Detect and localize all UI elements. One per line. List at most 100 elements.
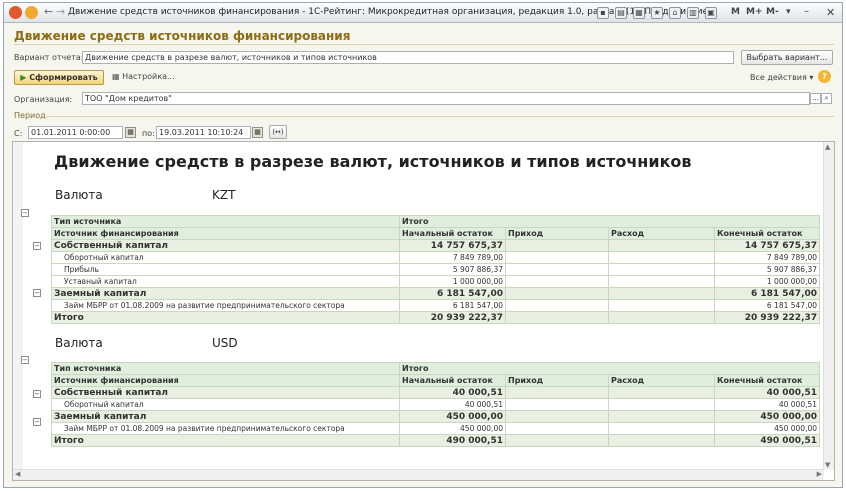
org-search-icon[interactable]: ⌕: [821, 93, 832, 104]
col-type-header: Тип источника: [51, 215, 400, 228]
scroll-left-icon[interactable]: ◀: [15, 470, 20, 478]
expense-cell: [608, 239, 715, 252]
closing-cell: 14 757 675,37: [713, 239, 821, 252]
detail-row: Займ МБРР от 01.08.2009 на развитие пред…: [51, 299, 821, 312]
expense-cell: [608, 311, 715, 324]
currency-label: Валюта: [55, 336, 103, 350]
memory-subtract-button[interactable]: M-: [766, 7, 779, 17]
opening-cell: 450 000,00: [399, 422, 506, 435]
settings-label: Настройка...: [122, 72, 175, 81]
closing-cell: 490 000,51: [713, 434, 821, 447]
header-row-type: Тип источника Итого: [51, 215, 821, 228]
col-income-header: Приход: [505, 374, 609, 387]
currency-value: USD: [212, 336, 238, 350]
closing-cell: 6 181 547,00: [713, 287, 821, 300]
calculator-icon[interactable]: ▣: [705, 7, 717, 19]
all-actions-menu[interactable]: Все действия ▾: [750, 73, 813, 82]
scroll-up-icon[interactable]: ▲: [825, 143, 830, 151]
source-cell: Заемный капитал: [51, 287, 400, 300]
source-cell: Заемный капитал: [51, 410, 400, 423]
period-divider: [46, 116, 834, 117]
source-cell: Уставный капитал: [51, 275, 400, 288]
all-actions-label: Все действия: [750, 73, 807, 82]
scroll-down-icon[interactable]: ▼: [825, 461, 830, 469]
settings-button[interactable]: ▦ Настройка...: [112, 72, 175, 81]
report-table-usd: Тип источника Итого Источник финансирован…: [51, 362, 821, 447]
closing-cell: 5 907 886,37: [713, 263, 821, 276]
collapse-section-icon[interactable]: −: [21, 209, 29, 217]
report-title: Движение средств в разрезе валют, источн…: [54, 152, 692, 171]
report-area: Движение средств в разрезе валют, источн…: [12, 141, 835, 481]
income-cell: [505, 422, 609, 435]
col-total-header: Итого: [398, 362, 821, 375]
save-icon[interactable]: ▪: [597, 7, 609, 19]
closing-cell: 7 849 789,00: [713, 251, 821, 264]
period-to-field[interactable]: 19.03.2011 10:10:24: [156, 126, 251, 139]
horizontal-scrollbar[interactable]: ◀ ▶: [13, 469, 824, 480]
header-row-columns: Источник финансирования Начальный остаток…: [51, 374, 821, 387]
app-menu-icon[interactable]: [9, 6, 22, 19]
source-cell: Оборотный капитал: [51, 251, 400, 264]
form-header: Движение средств источников финансирован…: [14, 29, 351, 43]
header-row-columns: Источник финансирования Начальный остаток…: [51, 227, 821, 240]
home-icon[interactable]: ⌂: [669, 7, 681, 19]
forward-icon[interactable]: →: [56, 5, 65, 18]
col-income-header: Приход: [505, 227, 609, 240]
vertical-scrollbar[interactable]: ▲ ▼: [823, 142, 834, 470]
source-cell: Итого: [51, 434, 400, 447]
close-icon[interactable]: ✕: [826, 6, 835, 19]
detail-row: Прибыль 5 907 886,37 5 907 886,37: [51, 263, 821, 276]
period-from-field[interactable]: 01.01.2011 0:00:00: [28, 126, 123, 139]
expense-cell: [608, 287, 715, 300]
collapse-group-icon[interactable]: −: [33, 390, 41, 398]
memory-add-button[interactable]: M+: [746, 7, 763, 17]
dropdown-icon[interactable]: [25, 6, 38, 19]
collapse-group-icon[interactable]: −: [33, 242, 41, 250]
to-calendar-icon[interactable]: ▦: [252, 127, 263, 138]
more-icon[interactable]: ▾: [786, 7, 791, 17]
variant-field[interactable]: Движение средств в разрезе валют, источн…: [82, 51, 734, 64]
source-cell: Собственный капитал: [51, 239, 400, 252]
print-preview-icon[interactable]: ▦: [633, 7, 645, 19]
opening-cell: 14 757 675,37: [399, 239, 506, 252]
collapse-section-icon[interactable]: −: [21, 356, 29, 364]
minimize-icon[interactable]: –: [804, 6, 809, 17]
collapse-group-icon[interactable]: −: [33, 418, 41, 426]
choose-variant-button[interactable]: Выбрать вариант...: [741, 50, 833, 65]
period-swap-button[interactable]: (↔): [269, 125, 287, 139]
back-icon[interactable]: ←: [44, 5, 53, 18]
collapse-group-icon[interactable]: −: [33, 289, 41, 297]
scroll-right-icon[interactable]: ▶: [817, 470, 822, 478]
expense-cell: [608, 434, 715, 447]
help-icon[interactable]: ?: [818, 70, 831, 83]
income-cell: [505, 251, 609, 264]
expense-cell: [608, 422, 715, 435]
org-select-icon[interactable]: …: [810, 93, 821, 104]
report-window: ← → Движение средств источников финансир…: [3, 2, 843, 488]
detail-row: Оборотный капитал 7 849 789,00 7 849 789,0…: [51, 251, 821, 264]
closing-cell: 40 000,51: [713, 386, 821, 399]
calendar-icon[interactable]: ▥: [687, 7, 699, 19]
generate-label: Сформировать: [29, 73, 98, 82]
total-row: Итого 20 939 222,37 20 939 222,37: [51, 311, 821, 324]
col-closing-header: Конечный остаток: [713, 374, 821, 387]
favorites-icon[interactable]: ★: [651, 7, 663, 19]
detail-row: Займ МБРР от 01.08.2009 на развитие пред…: [51, 422, 821, 435]
opening-cell: 7 849 789,00: [399, 251, 506, 264]
income-cell: [505, 299, 609, 312]
expense-cell: [608, 275, 715, 288]
closing-cell: 450 000,00: [713, 422, 821, 435]
expense-cell: [608, 410, 715, 423]
report-table-kzt: Тип источника Итого Источник финансирован…: [51, 215, 821, 324]
expense-cell: [608, 398, 715, 411]
memory-store-button[interactable]: M: [731, 7, 740, 17]
source-cell: Займ МБРР от 01.08.2009 на развитие пред…: [51, 299, 400, 312]
closing-cell: 20 939 222,37: [713, 311, 821, 324]
print-icon[interactable]: ▤: [615, 7, 627, 19]
income-cell: [505, 287, 609, 300]
col-type-header: Тип источника: [51, 362, 400, 375]
from-calendar-icon[interactable]: ▦: [125, 127, 136, 138]
org-field[interactable]: ТОО "Дом кредитов": [82, 92, 810, 105]
closing-cell: 40 000,51: [713, 398, 821, 411]
generate-button[interactable]: ▶ Сформировать: [14, 70, 104, 85]
